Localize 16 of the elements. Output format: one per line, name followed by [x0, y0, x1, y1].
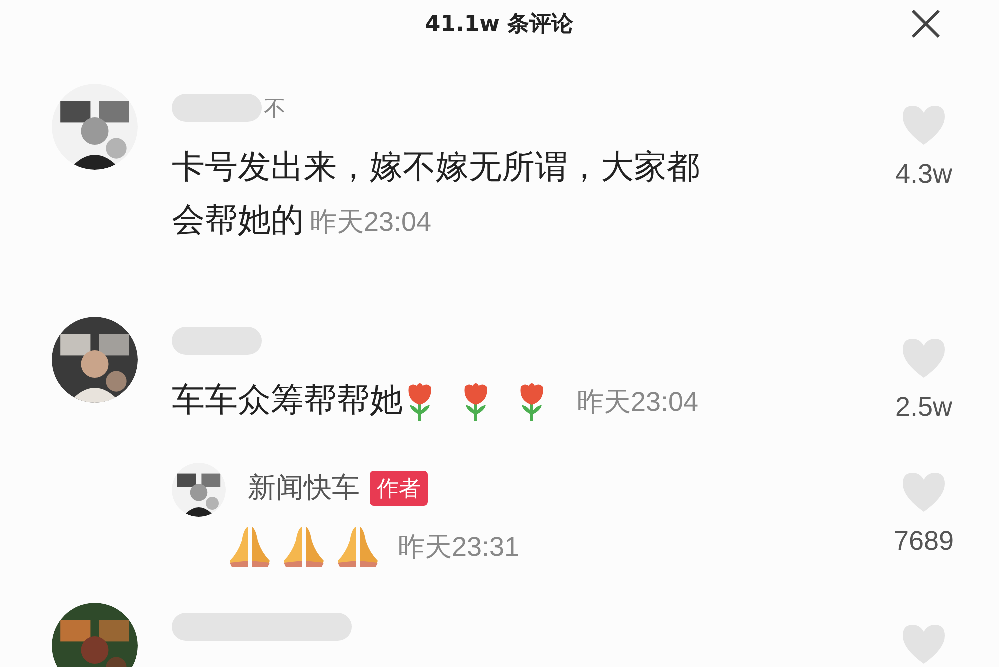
timestamp: 昨天23:04	[310, 207, 432, 237]
comment-text: 车车众筹帮帮她	[172, 381, 403, 418]
comment-text: 会帮她的	[172, 201, 304, 238]
timestamp: 昨天23:31	[398, 530, 520, 564]
heart-icon[interactable]	[901, 337, 947, 379]
username[interactable]: 新闻快车	[248, 467, 360, 509]
heart-icon[interactable]	[901, 623, 947, 665]
timestamp: 昨天23:04	[577, 387, 699, 417]
comment-text: 卡号发出来，嫁不嫁无所谓，大家都	[172, 148, 700, 185]
like-count: 4.3w	[895, 158, 953, 190]
heart-icon[interactable]	[901, 104, 947, 146]
author-badge: 作者	[370, 470, 428, 506]
comments-title: 41.1w 条评论	[425, 10, 574, 38]
like-count: 2.5w	[895, 391, 953, 423]
heart-icon[interactable]	[901, 471, 947, 513]
like-count: 7689	[894, 525, 954, 557]
